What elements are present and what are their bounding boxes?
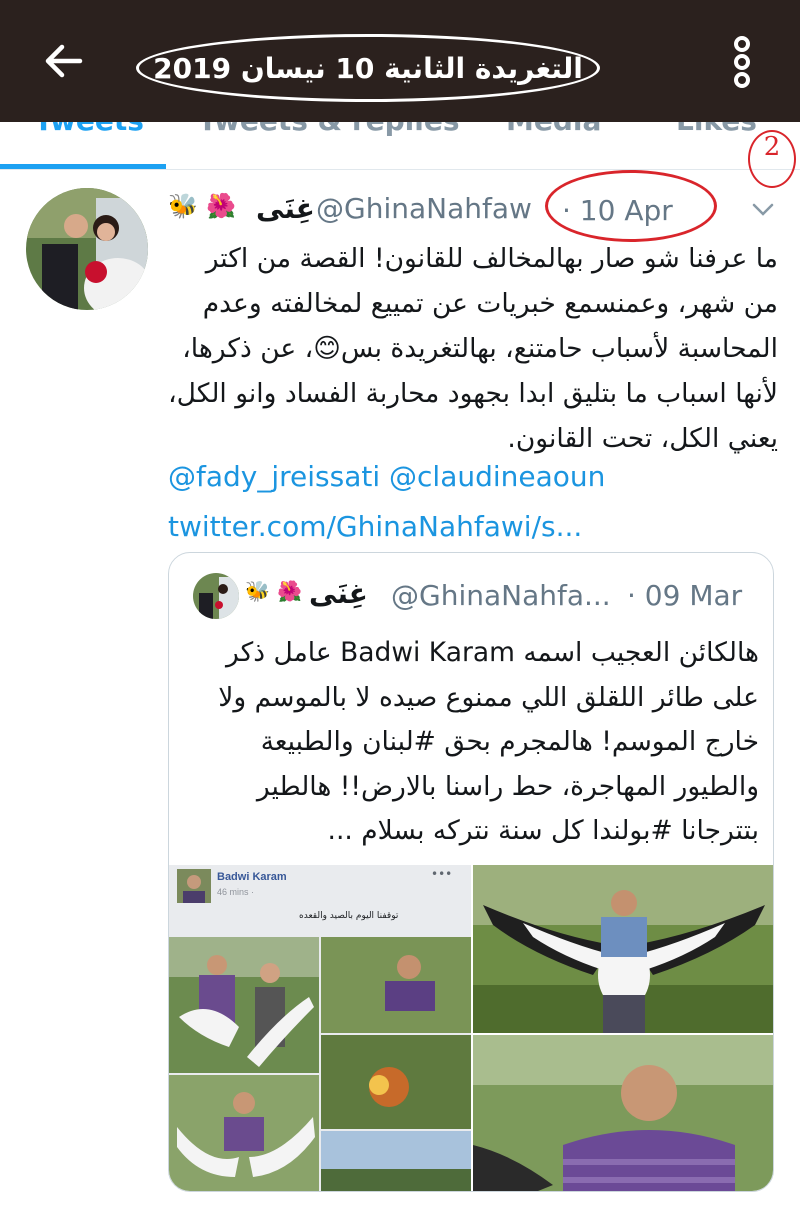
fb-post-time: 46 mins ·: [217, 887, 255, 897]
hunter-with-stork-photo[interactable]: [473, 865, 773, 1033]
more-horizontal-icon: •••: [431, 867, 453, 881]
fb-post-name: Badwi Karam: [217, 871, 287, 883]
avatar[interactable]: [26, 188, 148, 310]
display-name[interactable]: غِنَى: [256, 192, 315, 225]
fb-post-caption: توقفنا اليوم بالصيد والقعده: [299, 911, 399, 921]
tweet-links: @fady_jreissati @claudineaoun twitter.co…: [168, 452, 788, 552]
tweet-text: ما عرفنا شو صار بهالمخالف للقانون! القصة…: [168, 243, 778, 454]
tab-tweets[interactable]: Tweets: [34, 122, 144, 137]
quoted-avatar: [193, 573, 239, 619]
handle[interactable]: @GhinaNahfaw: [316, 192, 532, 225]
bee-icon: 🐝: [168, 192, 198, 220]
tab-likes[interactable]: Likes: [676, 122, 757, 137]
quoted-date: · 09 Mar: [627, 579, 743, 612]
quoted-display-name: غِنَى: [309, 577, 368, 610]
tab-tweets-replies[interactable]: Tweets & replies: [198, 122, 460, 137]
annotation-number: 2: [763, 132, 781, 162]
chevron-down-icon[interactable]: [750, 196, 776, 222]
quoted-handle: @GhinaNahfa...: [391, 579, 611, 612]
tab-media[interactable]: Media: [506, 122, 601, 137]
tweet-url-link[interactable]: twitter.com/GhinaNahfawi/s...: [168, 502, 788, 552]
page-title: التغريدة الثانية 10 نيسان 2019: [153, 51, 583, 85]
back-button[interactable]: [38, 36, 88, 86]
fb-photo-grid: [169, 937, 471, 1191]
date-annotation-oval: [545, 170, 717, 242]
avatar-photo: [26, 188, 148, 310]
arrow-left-icon: [45, 44, 83, 78]
more-vertical-icon: [734, 36, 750, 52]
quoted-tweet[interactable]: 🐝 🌺 غِنَى @GhinaNahfa... · 09 Mar هالكائ…: [168, 552, 774, 1192]
more-options-button[interactable]: [722, 34, 762, 90]
divider: [0, 169, 800, 170]
facebook-screenshot-photo[interactable]: Badwi Karam 46 mins · ••• توقفنا اليوم ب…: [169, 865, 471, 1191]
mention-links[interactable]: @fady_jreissati @claudineaoun: [168, 452, 788, 502]
bee-icon: 🐝: [245, 579, 270, 603]
top-app-bar: التغريدة الثانية 10 نيسان 2019: [0, 0, 800, 122]
fb-avatar: [177, 869, 211, 903]
quoted-text: هالكائن العجيب اسمه Badwi Karam عامل ذكر…: [218, 637, 759, 846]
hibiscus-icon: 🌺: [277, 579, 302, 603]
hunter-closeup-photo[interactable]: [473, 1035, 773, 1191]
hibiscus-icon: 🌺: [206, 192, 236, 220]
profile-tabs: Tweets Tweets & replies Media Likes: [0, 122, 800, 170]
